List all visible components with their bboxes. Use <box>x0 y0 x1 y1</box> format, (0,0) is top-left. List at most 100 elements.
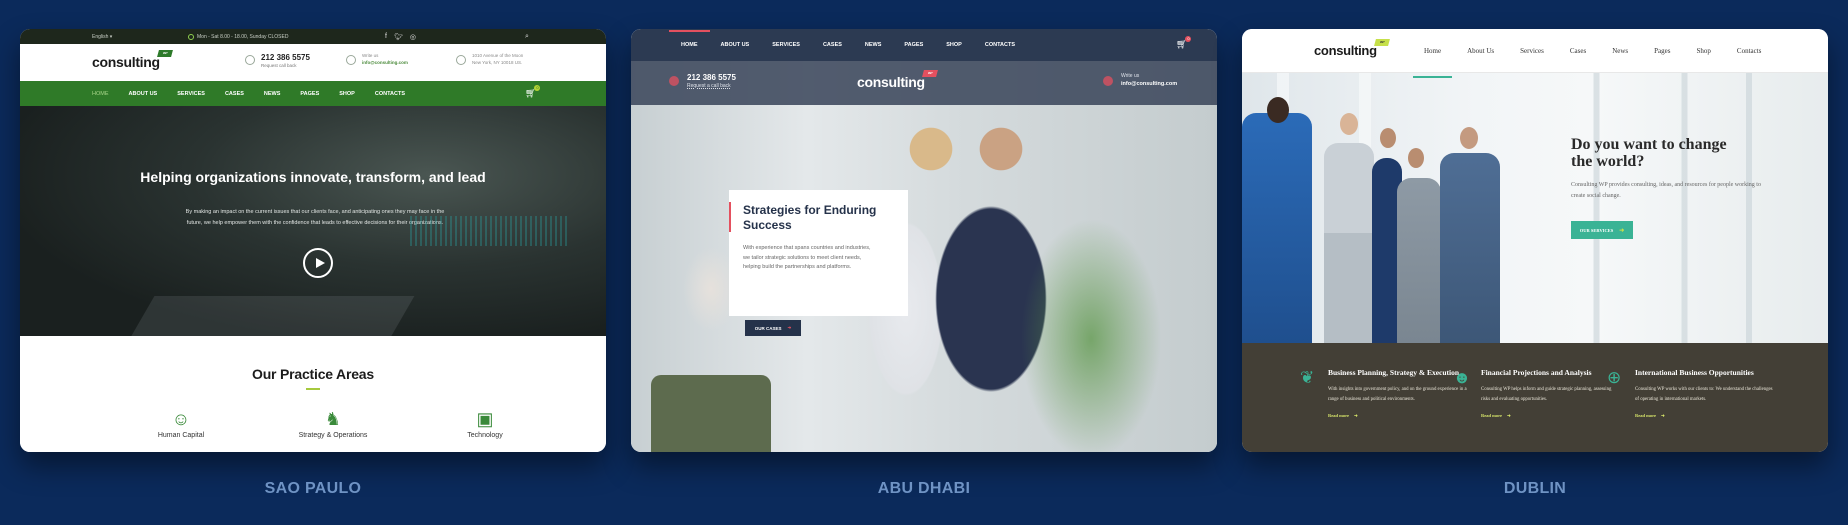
hero-image-person <box>1440 153 1500 343</box>
logo[interactable]: consulting WP <box>92 50 173 70</box>
nav-contacts[interactable]: CONTACTS <box>985 42 1015 48</box>
hero-image-person-head <box>1380 128 1396 148</box>
hero-image-person <box>1324 143 1374 343</box>
facebook-icon[interactable]: f <box>385 33 387 41</box>
service-text: With insights into government policy, an… <box>1328 387 1467 402</box>
cart-count: 0 <box>1185 36 1192 42</box>
hero-image-person-head <box>1460 127 1478 149</box>
play-icon[interactable] <box>303 248 333 278</box>
practice-area-strategy[interactable]: ♞ Strategy & Operations <box>273 408 393 439</box>
main-nav: HOME ABOUT US SERVICES CASES NEWS PAGES … <box>20 81 606 106</box>
request-call-back-link[interactable]: Request a call back <box>687 83 736 89</box>
read-more-link[interactable]: Read more ➜ <box>1328 413 1468 419</box>
nav-services[interactable]: SERVICES <box>177 91 205 97</box>
nav-home[interactable]: Home <box>1412 47 1453 78</box>
instagram-icon[interactable]: ◎ <box>410 33 416 41</box>
demo-label-abu-dhabi[interactable]: ABU DHABI <box>631 480 1217 498</box>
our-cases-button[interactable]: OUR CASES ➜ <box>745 320 801 336</box>
demo-label-dublin[interactable]: DUBLIN <box>1242 480 1828 498</box>
read-more-link[interactable]: Read more ➜ <box>1481 413 1621 419</box>
hero-image-person <box>1397 178 1441 343</box>
globe-person-icon: ⊕ <box>1607 368 1622 387</box>
nav-pages[interactable]: Pages <box>1654 47 1670 55</box>
site-header: 212 386 5575 Request a call back consult… <box>631 61 1217 105</box>
arrow-right-icon: ➜ <box>1354 413 1358 418</box>
nav-news[interactable]: NEWS <box>865 42 882 48</box>
our-services-button[interactable]: OUR SERVICES ➜ <box>1571 221 1633 239</box>
contact-phone: 212 386 5575 Request a call back <box>669 73 736 89</box>
arrow-right-icon: ➜ <box>787 325 792 330</box>
nav-contacts[interactable]: CONTACTS <box>375 91 405 97</box>
cart-icon[interactable]: 🛒︎ 0 <box>525 85 541 99</box>
social-links: f 🐦︎ ◎ <box>385 33 416 41</box>
top-bar: English ▾ Mon - Sat 8.00 - 18.00, Sunday… <box>20 29 606 44</box>
clock-icon <box>188 33 194 40</box>
hero-text: By making an impact on the current issue… <box>185 209 445 226</box>
nav-shop[interactable]: SHOP <box>946 42 962 48</box>
service-item: ❦ Business Planning, Strategy & Executio… <box>1300 368 1468 419</box>
head-brain-icon: ☻ <box>1453 368 1471 387</box>
cart-icon[interactable]: 🛒︎ 0 <box>1176 36 1192 50</box>
nav-home[interactable]: HOME <box>669 30 709 48</box>
nav-services[interactable]: Services <box>1520 47 1544 55</box>
service-text: Consulting WP works with our clients to:… <box>1635 387 1773 402</box>
service-title: Financial Projections and Analysis <box>1481 368 1592 377</box>
request-call-back-link[interactable]: Request call back <box>261 63 310 68</box>
demo-card-sao-paulo[interactable]: English ▾ Mon - Sat 8.00 - 18.00, Sunday… <box>20 29 606 452</box>
hero-image-chair <box>651 375 771 452</box>
nav-cases[interactable]: Cases <box>1570 47 1586 55</box>
nav-about-us[interactable]: ABOUT US <box>129 91 158 97</box>
practice-area-human-capital[interactable]: ☺ Human Capital <box>121 408 241 439</box>
logo[interactable]: consulting WP <box>1314 39 1390 58</box>
twitter-icon[interactable]: 🐦︎ <box>394 33 403 41</box>
nav-cases[interactable]: CASES <box>823 42 842 48</box>
hero-title: Do you want to change the world? <box>1571 136 1727 170</box>
email-link[interactable]: info@consulting.com <box>1121 81 1177 87</box>
demo-card-abu-dhabi[interactable]: HOME ABOUT US SERVICES CASES NEWS PAGES … <box>631 29 1217 452</box>
nav-news[interactable]: NEWS <box>264 91 281 97</box>
demo-card-dublin[interactable]: Do you want to change the world? Consult… <box>1242 29 1828 452</box>
service-item: ⊕ International Business Opportunities C… <box>1607 368 1775 419</box>
phone-icon <box>669 76 679 86</box>
nav-about-us[interactable]: ABOUT US <box>721 42 750 48</box>
nav-home[interactable]: HOME <box>92 91 109 97</box>
nav-shop[interactable]: Shop <box>1697 47 1711 55</box>
service-text: Consulting WP helps inform and guide str… <box>1481 387 1612 402</box>
main-nav: Home About Us Services Cases News Pages … <box>1412 29 1787 78</box>
hero-title: Helping organizations innovate, transfor… <box>140 169 486 185</box>
nav-shop[interactable]: SHOP <box>339 91 355 97</box>
read-more-link[interactable]: Read more ➜ <box>1635 413 1775 419</box>
hero-image-person <box>1242 113 1312 343</box>
hero-section: Helping organizations innovate, transfor… <box>20 106 606 336</box>
logo-badge: WP <box>1373 39 1390 46</box>
hero-image-person-head <box>1267 97 1289 123</box>
hand-plant-icon: ❦ <box>1300 368 1315 387</box>
practice-areas-section: Our Practice Areas ☺ Human Capital ♞ Str… <box>20 336 606 452</box>
nav-pages[interactable]: PAGES <box>904 42 923 48</box>
nav-pages[interactable]: PAGES <box>300 91 319 97</box>
search-icon[interactable]: ⌕ <box>525 33 529 41</box>
nav-news[interactable]: News <box>1612 47 1628 55</box>
site-header: consulting WP 212 386 5575 Request call … <box>20 44 606 81</box>
hero-image-person-head <box>1408 148 1424 168</box>
contact-phone: 212 386 5575 Request call back <box>245 53 310 68</box>
nav-cases[interactable]: CASES <box>225 91 244 97</box>
hero-text: Consulting WP provides consulting, ideas… <box>1571 182 1761 199</box>
arrow-right-icon: ➜ <box>1661 413 1665 418</box>
nav-services[interactable]: SERVICES <box>772 42 800 48</box>
section-title: Our Practice Areas <box>252 366 374 382</box>
email-link[interactable]: info@consulting.com <box>362 60 408 65</box>
hero-text: With experience that spans countries and… <box>743 245 871 270</box>
language-selector[interactable]: English ▾ <box>92 34 112 40</box>
demo-label-sao-paulo[interactable]: SAO PAULO <box>20 480 606 498</box>
site-header: consulting WP Home About Us Services Cas… <box>1242 29 1828 78</box>
logo[interactable]: consulting WP <box>857 70 938 90</box>
practice-area-technology[interactable]: ▣ Technology <box>425 408 545 439</box>
nav-contacts[interactable]: Contacts <box>1737 47 1762 55</box>
main-nav: HOME ABOUT US SERVICES CASES NEWS PAGES … <box>631 29 1217 61</box>
nav-about-us[interactable]: About Us <box>1467 47 1494 55</box>
envelope-icon <box>1103 76 1113 86</box>
phone-icon <box>245 55 255 65</box>
hero-text-box: Strategies for Enduring Success With exp… <box>729 190 908 316</box>
hero-image-person-head <box>1340 113 1358 135</box>
